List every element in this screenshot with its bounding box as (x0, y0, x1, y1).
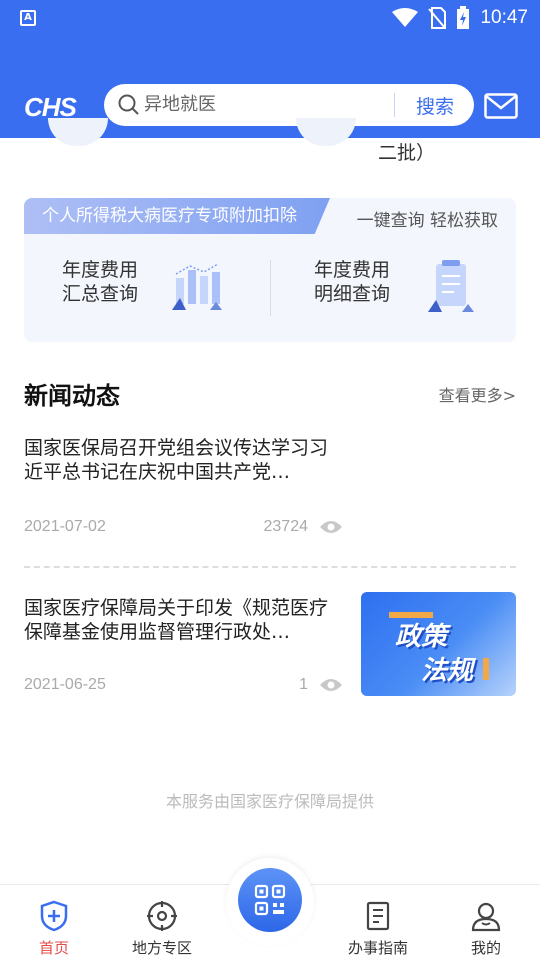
tax-divider (270, 260, 271, 316)
peek-icon-1[interactable] (48, 118, 108, 146)
bar-chart-icon (172, 263, 222, 310)
document-list-icon (428, 260, 474, 312)
nav-home-label: 首页 (38, 939, 69, 957)
news-views: 23724 (263, 518, 309, 535)
news-views: 1 (299, 676, 308, 693)
thumb-text-policy: 政策 (395, 622, 448, 652)
status-bar: A 10:47 (0, 0, 540, 36)
qr-scan-icon (254, 884, 286, 916)
wifi-icon (392, 8, 419, 27)
thumb-accent-bar-2 (483, 658, 489, 680)
search-icon (118, 94, 139, 115)
mail-icon[interactable] (484, 93, 518, 119)
nav-guide-label: 办事指南 (347, 939, 408, 957)
a-icon: A (20, 10, 36, 26)
annual-detail-label: 年度费用明细查询 (314, 259, 391, 305)
news-item[interactable]: 国家医保局召开党组会议传达学习习近平总书记在庆祝中国共产党… 2021-07-0… (24, 436, 516, 554)
news-headline: 国家医疗保障局关于印发《规范医疗保障基金使用监督管理行政处… (24, 597, 329, 643)
location-target-icon (147, 901, 177, 931)
no-sim-icon (428, 7, 447, 29)
shield-plus-icon (40, 900, 68, 932)
user-icon (471, 902, 501, 932)
search-button[interactable]: 搜索 (404, 90, 466, 120)
nav-mine-label: 我的 (470, 939, 501, 957)
nav-guide[interactable]: 办事指南 (324, 885, 432, 960)
guide-document-icon (366, 901, 390, 931)
search-divider (394, 93, 395, 117)
thumb-text-regulation: 法规 (421, 656, 474, 686)
news-more-link[interactable]: 查看更多> (439, 382, 516, 406)
status-time: 10:47 (480, 7, 528, 28)
news-item[interactable]: 国家医疗保障局关于印发《规范医疗保障基金使用监督管理行政处… 2021-06-2… (24, 592, 516, 702)
annual-detail-query[interactable]: 年度费用明细查询 (314, 258, 474, 318)
eye-icon (320, 679, 342, 691)
eye-icon (320, 521, 342, 533)
news-date: 2021-07-02 (24, 518, 106, 535)
annual-summary-label: 年度费用汇总查询 (62, 259, 139, 305)
nav-mine[interactable]: 我的 (432, 885, 540, 960)
news-date: 2021-06-25 (24, 676, 106, 693)
scan-button[interactable] (238, 868, 302, 932)
nav-local-zone-label: 地方专区 (131, 939, 192, 957)
news-section-title: 新闻动态 (24, 382, 120, 410)
nav-home[interactable]: 首页 (0, 885, 108, 960)
peek-icon-2[interactable] (296, 118, 356, 146)
policy-thumbnail[interactable]: 政策 法规 (361, 592, 516, 696)
status-icons: 10:47 (392, 6, 528, 30)
tax-slogan: 一键查询 轻松获取 (356, 211, 498, 231)
service-provider-note: 本服务由国家医疗保障局提供 (165, 792, 374, 811)
tax-deduction-card: 个人所得税大病医疗专项附加扣除 一键查询 轻松获取 年度费用汇总查询 年度费用明… (24, 198, 516, 342)
tax-tag: 个人所得税大病医疗专项附加扣除 (24, 198, 330, 234)
search-input[interactable] (144, 88, 384, 118)
news-headline: 国家医保局召开党组会议传达学习习近平总书记在庆祝中国共产党… (24, 437, 329, 483)
news-separator (24, 566, 516, 568)
battery-charging-icon (457, 6, 470, 29)
annual-summary-query[interactable]: 年度费用汇总查询 (62, 258, 222, 318)
nav-local-zone[interactable]: 地方专区 (108, 885, 216, 960)
peek-text: 二批） (378, 142, 436, 164)
search-bar[interactable]: 搜索 (104, 84, 474, 126)
